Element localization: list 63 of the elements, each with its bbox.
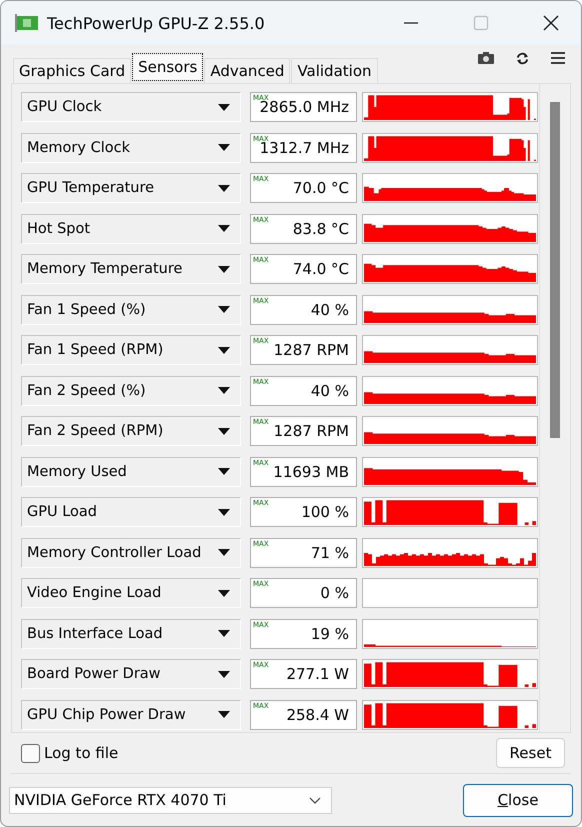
log-to-file-checkbox[interactable]: Log to file xyxy=(21,744,118,762)
gpu-select[interactable]: NVIDIA GeForce RTX 4070 Ti xyxy=(9,786,332,814)
sensor-dropdown[interactable]: GPU Chip Power Draw xyxy=(21,700,241,730)
dropdown-arrow-icon xyxy=(218,104,230,110)
checkbox[interactable] xyxy=(21,744,40,762)
sensor-reading: 70.0 °C xyxy=(292,179,349,197)
sensor-reading: 1287 RPM xyxy=(274,341,349,359)
dropdown-arrow-icon xyxy=(218,711,230,718)
dropdown-arrow-icon xyxy=(218,144,230,151)
tab[interactable]: Validation xyxy=(291,58,378,83)
dropdown-arrow-icon xyxy=(218,428,230,434)
sensor-dropdown[interactable]: Memory Used xyxy=(21,456,241,486)
chevron-down-icon xyxy=(309,796,321,804)
sensor-reading: 40 % xyxy=(310,300,349,318)
scrollbar-thumb[interactable] xyxy=(550,102,560,438)
dropdown-arrow-icon xyxy=(218,549,230,556)
dropdown-arrow-icon xyxy=(218,468,230,475)
graphics-card-icon xyxy=(15,14,39,32)
sensor-reading: 100 % xyxy=(301,503,349,521)
tab[interactable]: Sensors xyxy=(132,53,204,81)
sensor-dropdown[interactable]: Fan 1 Speed (%) xyxy=(21,294,241,324)
dropdown-arrow-icon xyxy=(218,184,230,192)
dropdown-arrow-icon xyxy=(218,630,230,637)
sensor-dropdown[interactable]: GPU Temperature xyxy=(21,173,241,203)
close-button[interactable]: Close xyxy=(463,784,573,816)
sensor-dropdown[interactable]: Memory Temperature xyxy=(21,254,241,284)
dropdown-arrow-icon xyxy=(218,387,230,394)
dropdown-arrow-icon xyxy=(218,225,230,232)
camera-icon[interactable] xyxy=(478,52,494,64)
sensor-dropdown[interactable]: Bus Interface Load xyxy=(21,618,241,648)
sensor-dropdown[interactable]: Board Power Draw xyxy=(21,659,241,689)
sensor-dropdown[interactable]: Memory Controller Load xyxy=(21,538,241,568)
sensor-dropdown[interactable]: GPU Clock xyxy=(21,92,241,122)
sensor-reading: 40 % xyxy=(310,382,349,400)
tab[interactable]: Graphics Card xyxy=(13,58,132,83)
sensor-dropdown[interactable]: Fan 1 Speed (RPM) xyxy=(21,335,241,365)
reset-button[interactable]: Reset xyxy=(496,738,565,768)
refresh-icon[interactable] xyxy=(516,52,529,64)
sensor-reading: 1287 RPM xyxy=(274,422,349,440)
sensor-dropdown[interactable]: GPU Load xyxy=(21,497,241,527)
dropdown-arrow-icon xyxy=(218,590,230,596)
dropdown-arrow-icon xyxy=(218,306,230,313)
close-icon[interactable] xyxy=(543,15,559,31)
sensor-dropdown[interactable]: Fan 2 Speed (RPM) xyxy=(21,416,241,446)
dropdown-arrow-icon xyxy=(218,266,230,272)
sensor-reading: 0 % xyxy=(320,584,349,602)
menu-icon[interactable] xyxy=(551,52,565,64)
sensor-dropdown[interactable]: Fan 2 Speed (%) xyxy=(21,376,241,406)
sensor-reading: 258.4 W xyxy=(286,706,349,724)
sensor-dropdown[interactable]: Hot Spot xyxy=(21,214,241,244)
sensor-dropdown[interactable]: Video Engine Load xyxy=(21,578,241,608)
dropdown-arrow-icon xyxy=(218,346,230,354)
sensor-reading: 11693 MB xyxy=(273,462,349,480)
sensor-dropdown[interactable]: Memory Clock xyxy=(21,132,241,162)
sensor-reading: 277.1 W xyxy=(286,665,349,683)
sensor-reading: 71 % xyxy=(310,544,349,562)
tab[interactable]: Advanced xyxy=(204,58,290,83)
sensor-reading: 74.0 °C xyxy=(292,260,349,278)
dropdown-arrow-icon xyxy=(218,508,230,516)
sensor-reading: 83.8 °C xyxy=(292,220,349,238)
dropdown-arrow-icon xyxy=(218,670,230,678)
sensor-reading: 19 % xyxy=(310,624,349,642)
window-title: TechPowerUp GPU-Z 2.55.0 xyxy=(47,14,265,32)
